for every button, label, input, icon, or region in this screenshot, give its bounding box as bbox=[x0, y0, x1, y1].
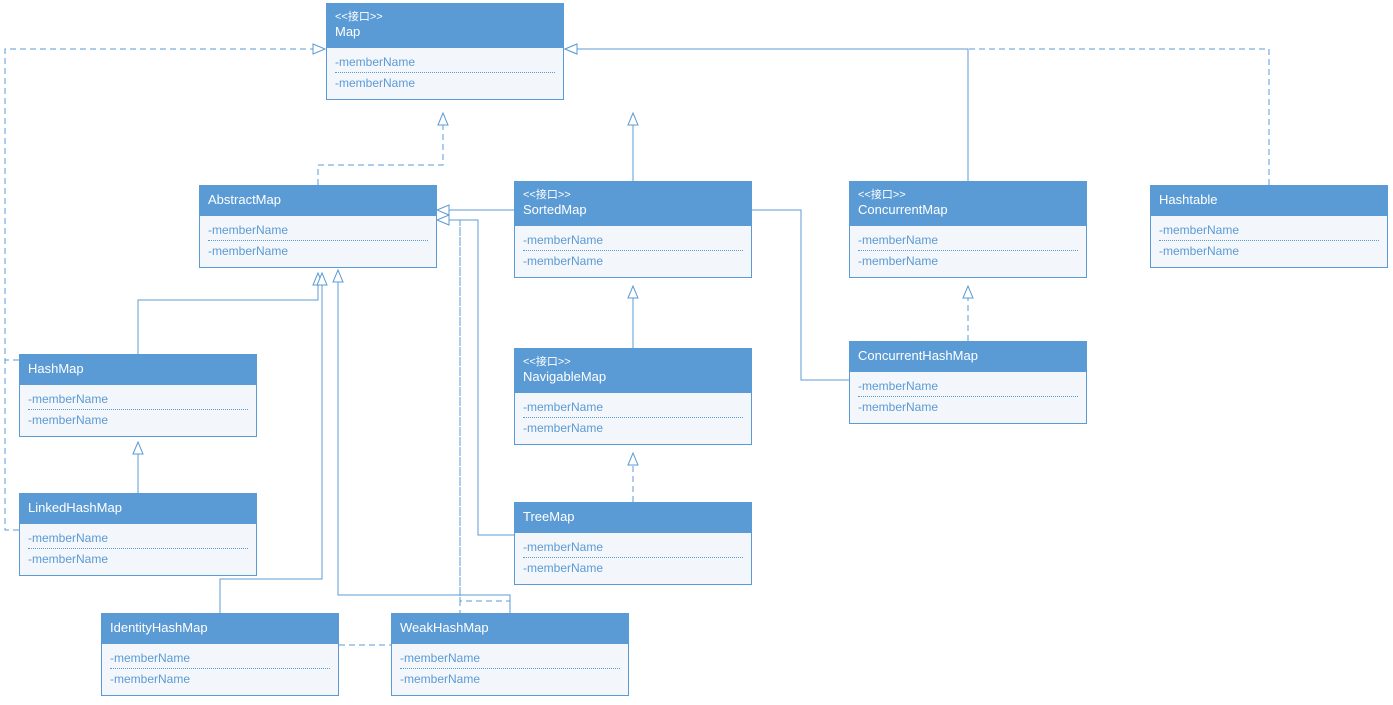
class-stereotype: <<接口>> bbox=[335, 10, 555, 24]
class-header: HashMap bbox=[20, 355, 256, 385]
class-members: -memberName -memberName bbox=[200, 216, 436, 267]
class-name: Map bbox=[335, 24, 555, 41]
class-member: -memberName bbox=[523, 558, 743, 578]
class-name: TreeMap bbox=[523, 509, 743, 526]
class-members: -memberName -memberName bbox=[392, 644, 628, 695]
class-members: -memberName -memberName bbox=[515, 226, 751, 277]
class-member: -memberName bbox=[1159, 241, 1379, 261]
class-stereotype: <<接口>> bbox=[858, 188, 1078, 202]
class-name: LinkedHashMap bbox=[28, 500, 248, 517]
class-name: NavigableMap bbox=[523, 369, 743, 386]
class-identityhashmap: IdentityHashMap -memberName -memberName bbox=[101, 613, 339, 696]
class-navigablemap: <<接口>> NavigableMap -memberName -memberN… bbox=[514, 348, 752, 445]
class-members: -memberName -memberName bbox=[515, 393, 751, 444]
class-concurrenthashmap: ConcurrentHashMap -memberName -memberNam… bbox=[849, 341, 1087, 424]
class-member: -memberName bbox=[1159, 220, 1379, 241]
class-member: -memberName bbox=[523, 537, 743, 558]
edge-abstractmap-map bbox=[318, 113, 443, 185]
class-member: -memberName bbox=[400, 648, 620, 669]
edge-identityhashmap-map-branch bbox=[339, 220, 460, 645]
class-concurrentmap: <<接口>> ConcurrentMap -memberName -member… bbox=[849, 181, 1087, 278]
class-member: -memberName bbox=[523, 397, 743, 418]
class-header: <<接口>> ConcurrentMap bbox=[850, 182, 1086, 226]
edge-concurrentmap-map bbox=[565, 49, 968, 181]
class-member: -memberName bbox=[28, 389, 248, 410]
class-member: -memberName bbox=[523, 230, 743, 251]
class-header: LinkedHashMap bbox=[20, 494, 256, 524]
class-name: HashMap bbox=[28, 361, 248, 378]
class-header: Hashtable bbox=[1151, 186, 1387, 216]
class-header: <<接口>> NavigableMap bbox=[515, 349, 751, 393]
class-header: WeakHashMap bbox=[392, 614, 628, 644]
class-members: -memberName -memberName bbox=[20, 524, 256, 575]
class-member: -memberName bbox=[523, 251, 743, 271]
class-name: IdentityHashMap bbox=[110, 620, 330, 637]
class-header: <<接口>> SortedMap bbox=[515, 182, 751, 226]
class-stereotype: <<接口>> bbox=[523, 355, 743, 369]
class-members: -memberName -memberName bbox=[515, 533, 751, 584]
class-member: -memberName bbox=[110, 648, 330, 669]
class-members: -memberName -memberName bbox=[850, 372, 1086, 423]
edge-hashtable-map bbox=[565, 49, 1269, 185]
class-member: -memberName bbox=[208, 241, 428, 261]
class-header: AbstractMap bbox=[200, 186, 436, 216]
class-members: -memberName -memberName bbox=[1151, 216, 1387, 267]
class-name: Hashtable bbox=[1159, 192, 1379, 209]
edge-linkedhashmap-map bbox=[5, 360, 19, 530]
class-member: -memberName bbox=[28, 410, 248, 430]
class-weakhashmap: WeakHashMap -memberName -memberName bbox=[391, 613, 629, 696]
class-name: ConcurrentMap bbox=[858, 202, 1078, 219]
class-member: -memberName bbox=[335, 52, 555, 73]
class-header: ConcurrentHashMap bbox=[850, 342, 1086, 372]
class-header: <<接口>> Map bbox=[327, 4, 563, 48]
class-members: -memberName -memberName bbox=[20, 385, 256, 436]
class-member: -memberName bbox=[110, 669, 330, 689]
class-member: -memberName bbox=[208, 220, 428, 241]
class-hashmap: HashMap -memberName -memberName bbox=[19, 354, 257, 437]
class-members: -memberName -memberName bbox=[327, 48, 563, 99]
class-member: -memberName bbox=[858, 397, 1078, 417]
edge-weakhashmap-abstractmap bbox=[338, 270, 510, 613]
class-name: SortedMap bbox=[523, 202, 743, 219]
class-members: -memberName -memberName bbox=[850, 226, 1086, 277]
class-member: -memberName bbox=[400, 669, 620, 689]
class-hashtable: Hashtable -memberName -memberName bbox=[1150, 185, 1388, 268]
class-member: -memberName bbox=[28, 528, 248, 549]
class-member: -memberName bbox=[335, 73, 555, 93]
class-members: -memberName -memberName bbox=[102, 644, 338, 695]
edge-hashmap-abstractmap bbox=[138, 273, 318, 354]
edge-treemap-abstractmap bbox=[437, 220, 514, 535]
class-member: -memberName bbox=[858, 251, 1078, 271]
class-member: -memberName bbox=[523, 418, 743, 438]
class-abstractmap: AbstractMap -memberName -memberName bbox=[199, 185, 437, 268]
class-member: -memberName bbox=[28, 549, 248, 569]
class-name: AbstractMap bbox=[208, 192, 428, 209]
class-sortedmap: <<接口>> SortedMap -memberName -memberName bbox=[514, 181, 752, 278]
class-name: ConcurrentHashMap bbox=[858, 348, 1078, 365]
class-name: WeakHashMap bbox=[400, 620, 620, 637]
class-header: IdentityHashMap bbox=[102, 614, 338, 644]
edge-weakhashmap-map bbox=[460, 220, 510, 613]
class-member: -memberName bbox=[858, 230, 1078, 251]
class-member: -memberName bbox=[858, 376, 1078, 397]
class-stereotype: <<接口>> bbox=[523, 188, 743, 202]
class-map: <<接口>> Map -memberName -memberName bbox=[326, 3, 564, 100]
class-linkedhashmap: LinkedHashMap -memberName -memberName bbox=[19, 493, 257, 576]
class-treemap: TreeMap -memberName -memberName bbox=[514, 502, 752, 585]
class-header: TreeMap bbox=[515, 503, 751, 533]
